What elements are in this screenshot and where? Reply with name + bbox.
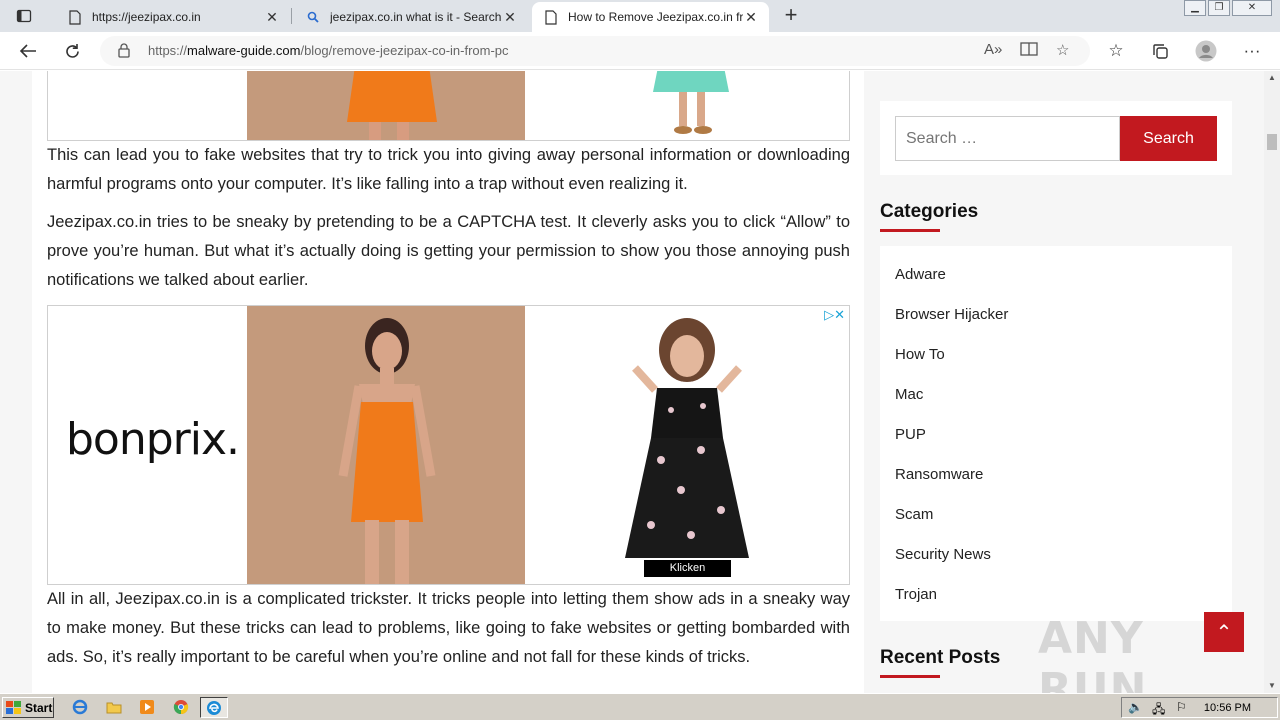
close-icon[interactable]: ✕ [743, 9, 759, 26]
page-icon [544, 9, 558, 25]
url-domain: malware-guide.com [187, 43, 301, 58]
chrome-icon[interactable] [171, 698, 191, 716]
ad-photo-green-skirt[interactable] [591, 71, 784, 138]
flag-icon[interactable]: ⚐ [1176, 700, 1187, 714]
close-window-button[interactable]: ✕ [1232, 0, 1272, 16]
scroll-down-arrow-icon[interactable]: ▼ [1264, 679, 1280, 693]
read-aloud-icon[interactable]: A» [984, 41, 1002, 58]
recent-posts-heading: Recent Posts [880, 647, 1001, 668]
page-scrollbar[interactable]: ▲ ▼ [1264, 71, 1280, 693]
category-link[interactable]: How To [895, 346, 945, 363]
search-input[interactable] [895, 116, 1120, 161]
edge-icon[interactable] [200, 697, 228, 718]
tab-search[interactable]: jeezipax.co.in what is it - Search ✕ [294, 2, 528, 32]
ad-photo-floral-dress[interactable] [591, 310, 784, 580]
scrollbar-thumb[interactable] [1267, 134, 1277, 150]
article-column: This can lead you to fake websites that … [32, 71, 864, 693]
ad-banner-main[interactable]: bonprix. Klicken ▷✕ [47, 305, 850, 585]
add-favorite-icon[interactable]: ☆ [1056, 41, 1069, 59]
category-link[interactable]: Mac [895, 386, 923, 403]
maximize-button[interactable]: ❐ [1208, 0, 1230, 16]
favorites-icon[interactable]: ☆ [1105, 40, 1127, 62]
tab-title: jeezipax.co.in what is it - Search [330, 10, 502, 24]
article-paragraph: This can lead you to fake websites that … [47, 146, 850, 193]
search-button[interactable]: Search [1120, 116, 1217, 161]
category-link[interactable]: Trojan [895, 586, 937, 603]
back-arrow-icon[interactable] [17, 40, 39, 62]
category-link[interactable]: Scam [895, 506, 933, 523]
profile-avatar-icon[interactable] [1195, 40, 1217, 62]
address-bar[interactable]: https://malware-guide.com/blog/remove-je… [100, 36, 1090, 66]
tab-malware-guide[interactable]: How to Remove Jeezipax.co.in from PC ✕ [532, 2, 769, 32]
system-clock[interactable]: 10:56 PM [1204, 702, 1251, 714]
tab-title: https://jeezipax.co.in [92, 10, 201, 24]
network-icon[interactable]: 🖧 [1152, 700, 1165, 721]
category-link[interactable]: Security News [895, 546, 991, 563]
categories-heading: Categories [880, 201, 979, 222]
new-tab-button[interactable]: + [780, 4, 802, 27]
ad-photo-orange-dress[interactable] [247, 71, 525, 140]
category-link[interactable]: Adware [895, 266, 946, 283]
minimize-button[interactable]: ▁ [1184, 0, 1206, 16]
start-label: Start [25, 700, 53, 715]
url-prefix: https:// [148, 43, 188, 58]
article-paragraph: Jeezipax.co.in tries to be sneaky by pre… [47, 213, 850, 289]
article-paragraph: All in all, Jeezipax.co.in is a complica… [47, 590, 850, 666]
lock-icon[interactable] [118, 43, 130, 63]
windows-logo-icon [6, 700, 21, 714]
scroll-to-top-button[interactable]: ⌃ [1204, 612, 1244, 652]
tab-strip: https://jeezipax.co.in ✕ jeezipax.co.in … [0, 0, 1280, 32]
page-icon [68, 9, 82, 25]
category-link[interactable]: PUP [895, 426, 926, 443]
ad-banner-top[interactable] [47, 71, 850, 141]
search-widget: Search [880, 101, 1232, 175]
folder-icon[interactable] [104, 698, 124, 716]
web-page: This can lead you to fake websites that … [0, 71, 1264, 693]
ie-icon[interactable] [70, 698, 90, 716]
heading-underline [880, 675, 940, 678]
system-tray: 🔈 🖧 ⚐ 10:56 PM [1121, 697, 1278, 718]
heading-underline [880, 229, 940, 232]
tab-jeezipax[interactable]: https://jeezipax.co.in ✕ [56, 2, 290, 32]
collections-icon[interactable] [1149, 40, 1171, 62]
ad-brand-logo[interactable]: bonprix. [66, 414, 240, 465]
url-text[interactable]: https://malware-guide.com/blog/remove-je… [148, 43, 509, 58]
category-link[interactable]: Browser Hijacker [895, 306, 1008, 323]
ad-choices-icon[interactable]: ▷✕ [824, 307, 845, 323]
tab-title: How to Remove Jeezipax.co.in from PC [568, 10, 743, 24]
volume-icon[interactable]: 🔈 [1128, 700, 1143, 714]
media-player-icon[interactable] [137, 698, 157, 716]
settings-more-icon[interactable]: ··· [1241, 40, 1263, 62]
ad-photo-orange-dress[interactable] [247, 306, 525, 584]
refresh-icon[interactable] [61, 40, 83, 62]
url-path: /blog/remove-jeezipax-co-in-from-pc [300, 43, 509, 58]
immersive-reader-icon[interactable] [1020, 41, 1038, 61]
tab-divider [291, 8, 292, 24]
tab-actions-icon[interactable] [14, 6, 34, 26]
start-button[interactable]: Start [2, 697, 54, 718]
close-icon[interactable]: ✕ [264, 9, 280, 26]
search-icon [306, 9, 320, 25]
close-icon[interactable]: ✕ [502, 9, 518, 26]
ad-cta-button[interactable]: Klicken [644, 560, 731, 577]
windows-taskbar: Start 🔈 🖧 ⚐ 10:56 PM [0, 693, 1280, 720]
categories-list: Adware Browser Hijacker How To Mac PUP R… [880, 246, 1232, 621]
scroll-up-arrow-icon[interactable]: ▲ [1264, 71, 1280, 85]
category-link[interactable]: Ransomware [895, 466, 983, 483]
browser-toolbar: https://malware-guide.com/blog/remove-je… [0, 32, 1280, 70]
